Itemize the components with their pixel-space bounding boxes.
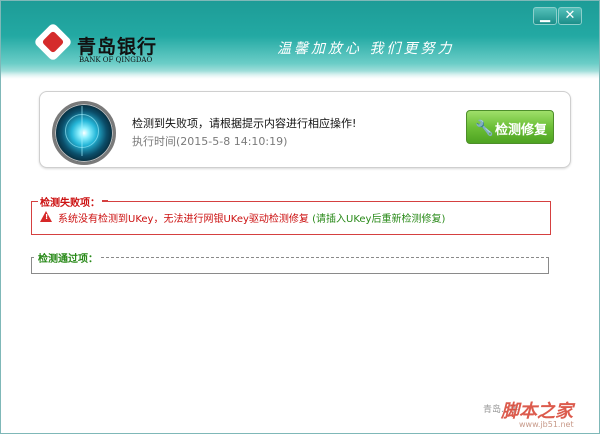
watermark-url: www.jb51.net: [519, 420, 574, 429]
app-window: ▁ ✕ 青岛银行 BANK OF QINGDAO 温馨加放心 我们更努力 检测到…: [0, 0, 600, 434]
execution-time: 执行时间(2015-5-8 14:10:19): [132, 135, 288, 148]
close-button[interactable]: ✕: [558, 7, 582, 25]
close-icon: ✕: [564, 8, 576, 23]
failed-item-message: 系统没有检测到UKey，无法进行网银UKey驱动检测修复: [58, 214, 309, 225]
minimize-button[interactable]: ▁: [533, 7, 557, 25]
status-message: 检测到失败项，请根据提示内容进行相应操作!: [132, 117, 357, 130]
passed-items-title: 检测通过项：: [36, 250, 100, 265]
wrench-icon: 🔧: [475, 119, 494, 137]
bank-logo: 青岛银行 BANK OF QINGDAO: [33, 22, 179, 68]
passed-items-group: 检测通过项：: [31, 250, 549, 274]
minimize-icon: ▁: [540, 8, 550, 23]
slogan: 温馨加放心 我们更努力: [277, 41, 455, 57]
failed-item-hint: (请插入UKey后重新检测修复): [312, 214, 446, 225]
header-banner: ▁ ✕ 青岛银行 BANK OF QINGDAO 温馨加放心 我们更努力: [1, 1, 599, 79]
detect-repair-label: 检测修复: [495, 123, 548, 138]
failed-items-title: 检测失败项：: [38, 194, 108, 209]
detect-repair-button[interactable]: 🔧 检测修复: [466, 110, 554, 144]
bank-name-en: BANK OF QINGDAO: [79, 56, 153, 64]
warning-mark: !: [45, 213, 49, 221]
failed-items-group: 检测失败项： ! 系统没有检测到UKey，无法进行网银UKey驱动检测修复 (请…: [31, 194, 551, 235]
radar-scan-icon: [52, 101, 116, 165]
status-panel: 检测到失败项，请根据提示内容进行相应操作! 执行时间(2015-5-8 14:1…: [39, 91, 571, 168]
bank-logo-icon: [33, 22, 73, 62]
bank-name-cn: 青岛银行: [77, 36, 158, 58]
failed-item-text: 系统没有检测到UKey，无法进行网银UKey驱动检测修复 (请插入UKey后重新…: [58, 210, 445, 225]
